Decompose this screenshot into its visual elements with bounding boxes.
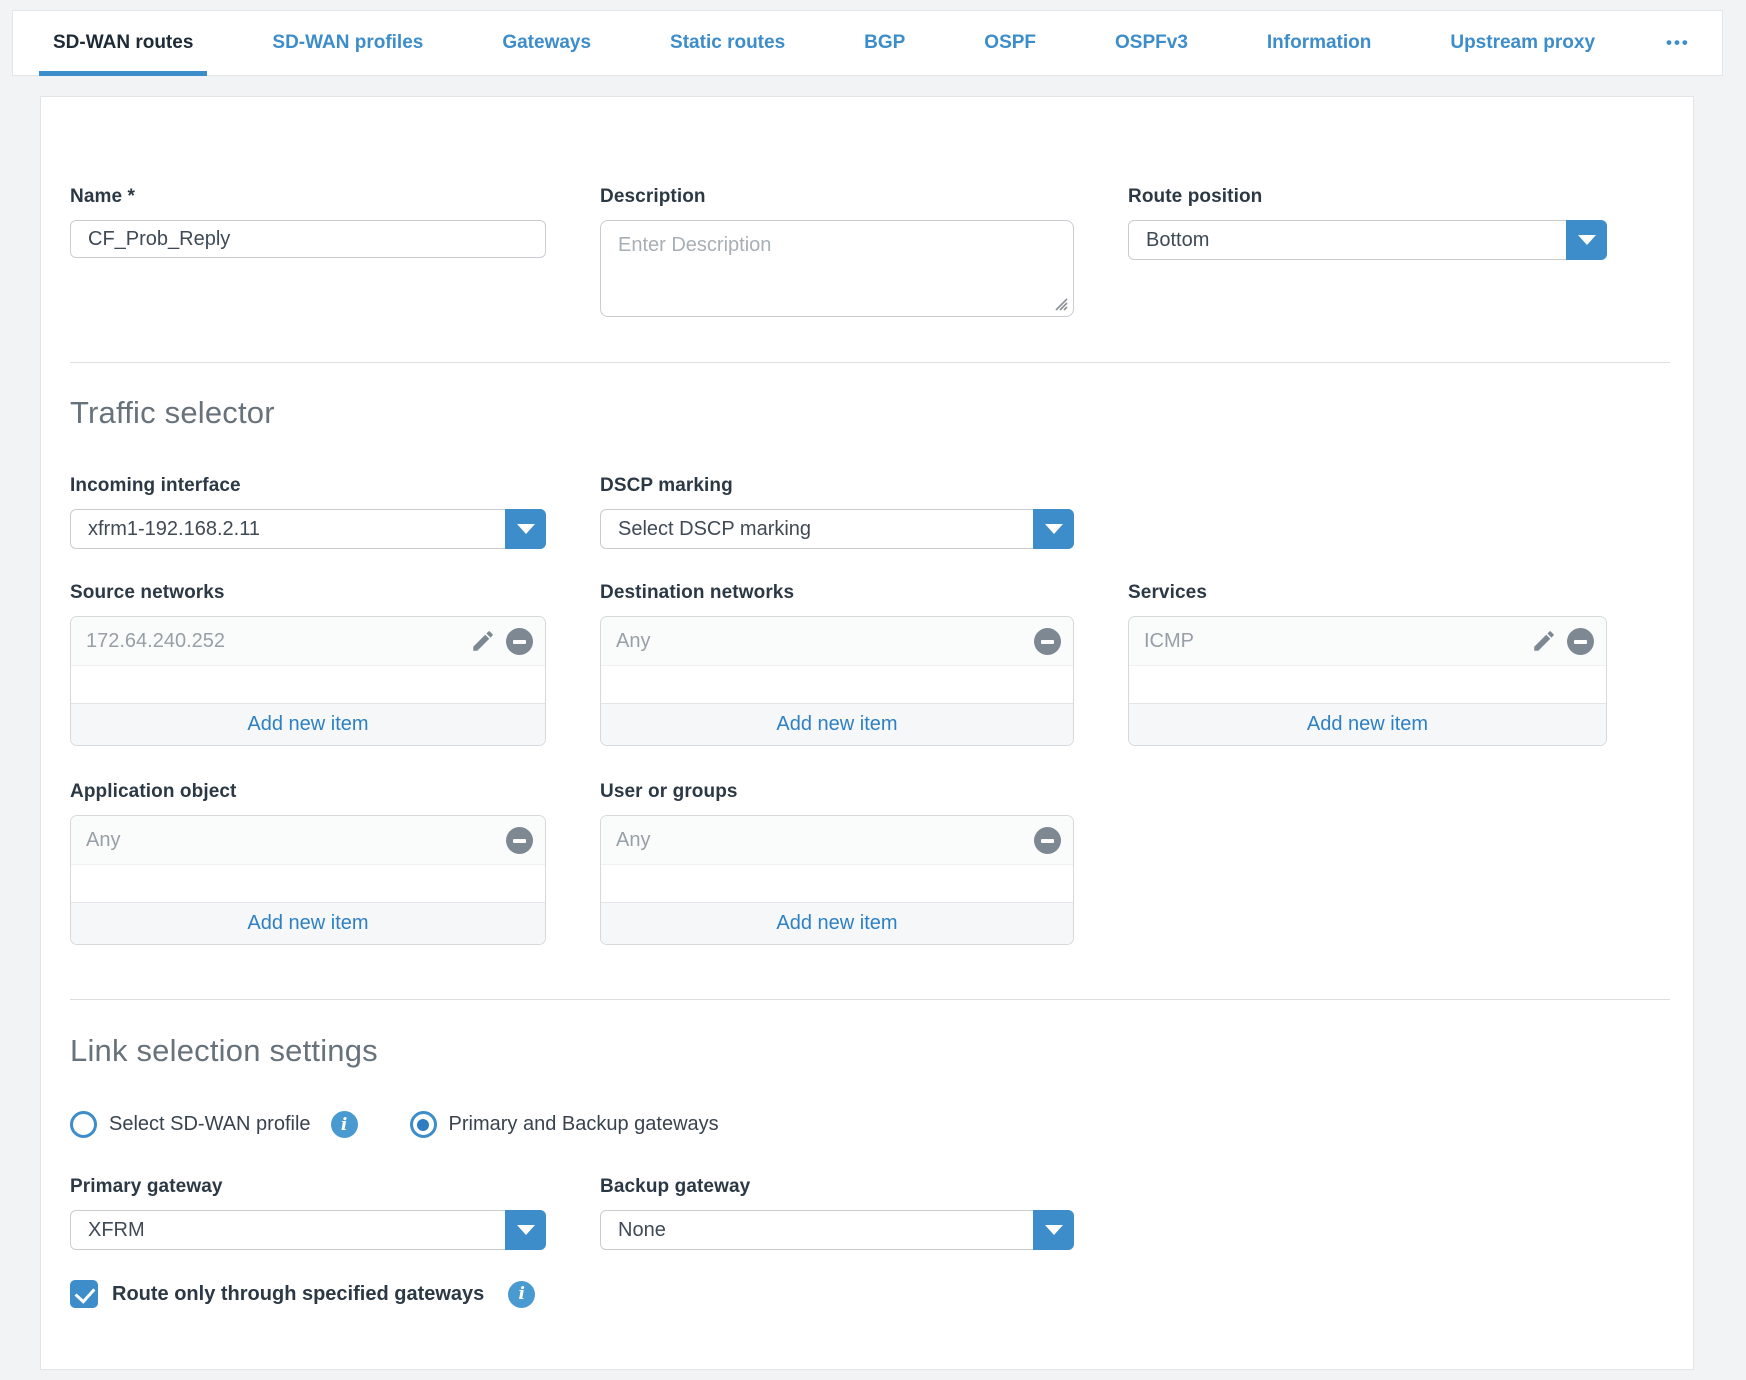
primary-gateway-label: Primary gateway bbox=[70, 1176, 546, 1198]
route-position-select[interactable]: Bottom bbox=[1128, 220, 1607, 260]
list-empty-area bbox=[1129, 666, 1606, 703]
user-or-groups-value: Any bbox=[616, 829, 650, 852]
backup-gateway-label: Backup gateway bbox=[600, 1176, 1074, 1198]
section-divider bbox=[70, 362, 1670, 363]
list-empty-area bbox=[71, 666, 545, 703]
user-or-groups-group: User or groups Any Add new item bbox=[600, 781, 1074, 945]
dscp-marking-field-group: DSCP marking Select DSCP marking bbox=[600, 475, 1074, 549]
name-input[interactable] bbox=[70, 220, 546, 258]
primary-gateway-select[interactable]: XFRM bbox=[70, 1210, 546, 1250]
select-sdwan-profile-label: Select SD-WAN profile bbox=[109, 1113, 311, 1136]
source-networks-group: Source networks 172.64.240.252 Add new i… bbox=[70, 582, 546, 746]
edit-icon[interactable] bbox=[1531, 628, 1557, 654]
services-label: Services bbox=[1128, 582, 1607, 604]
link-selection-heading: Link selection settings bbox=[70, 1033, 1670, 1069]
incoming-interface-value: xfrm1-192.168.2.11 bbox=[88, 518, 260, 541]
destination-networks-list: Any Add new item bbox=[600, 616, 1074, 746]
application-object-add-button[interactable]: Add new item bbox=[71, 902, 545, 944]
route-position-field-group: Route position Bottom bbox=[1128, 186, 1607, 317]
list-empty-area bbox=[601, 865, 1073, 902]
chevron-down-icon[interactable] bbox=[1033, 1210, 1074, 1250]
application-object-value: Any bbox=[86, 829, 120, 852]
tab-static-routes[interactable]: Static routes bbox=[656, 11, 799, 75]
description-field-group: Description bbox=[600, 186, 1074, 317]
source-networks-label: Source networks bbox=[70, 582, 546, 604]
remove-item-icon[interactable] bbox=[1034, 827, 1061, 854]
primary-backup-gateways-radio[interactable] bbox=[410, 1111, 437, 1138]
sdwan-route-form-panel: Name * Description Route position Bottom bbox=[40, 96, 1694, 1370]
tab-sdwan-profiles[interactable]: SD-WAN profiles bbox=[258, 11, 437, 75]
incoming-interface-select[interactable]: xfrm1-192.168.2.11 bbox=[70, 509, 546, 549]
tab-ospf[interactable]: OSPF bbox=[970, 11, 1050, 75]
application-object-group: Application object Any Add new item bbox=[70, 781, 546, 945]
application-object-label: Application object bbox=[70, 781, 546, 803]
tab-information[interactable]: Information bbox=[1253, 11, 1386, 75]
list-item: 172.64.240.252 bbox=[71, 617, 545, 666]
list-empty-area bbox=[71, 865, 545, 902]
destination-network-value: Any bbox=[616, 630, 650, 653]
chevron-down-icon[interactable] bbox=[505, 509, 546, 549]
remove-item-icon[interactable] bbox=[1034, 628, 1061, 655]
user-or-groups-label: User or groups bbox=[600, 781, 1074, 803]
more-tabs-icon[interactable]: ••• bbox=[1660, 11, 1696, 75]
chevron-down-icon[interactable] bbox=[1033, 509, 1074, 549]
remove-item-icon[interactable] bbox=[1567, 628, 1594, 655]
route-only-gateways-checkbox[interactable] bbox=[70, 1280, 98, 1308]
tab-bgp[interactable]: BGP bbox=[850, 11, 919, 75]
destination-networks-group: Destination networks Any Add new item bbox=[600, 582, 1074, 746]
list-item: Any bbox=[601, 617, 1073, 666]
remove-item-icon[interactable] bbox=[506, 628, 533, 655]
edit-icon[interactable] bbox=[470, 628, 496, 654]
dscp-marking-label: DSCP marking bbox=[600, 475, 1074, 497]
primary-gateway-value: XFRM bbox=[88, 1219, 145, 1242]
section-divider bbox=[70, 999, 1670, 1000]
description-textarea[interactable] bbox=[600, 220, 1074, 317]
name-field-group: Name * bbox=[70, 186, 546, 317]
backup-gateway-value: None bbox=[618, 1219, 666, 1242]
traffic-selector-heading: Traffic selector bbox=[70, 395, 1670, 431]
dscp-marking-select[interactable]: Select DSCP marking bbox=[600, 509, 1074, 549]
chevron-down-icon[interactable] bbox=[1566, 220, 1607, 260]
source-network-value: 172.64.240.252 bbox=[86, 630, 225, 653]
services-list: ICMP Add new item bbox=[1128, 616, 1607, 746]
route-position-label: Route position bbox=[1128, 186, 1607, 208]
tab-sdwan-routes[interactable]: SD-WAN routes bbox=[39, 11, 207, 75]
destination-networks-label: Destination networks bbox=[600, 582, 1074, 604]
list-empty-area bbox=[601, 666, 1073, 703]
chevron-down-icon[interactable] bbox=[505, 1210, 546, 1250]
info-icon[interactable]: i bbox=[331, 1111, 358, 1138]
application-object-list: Any Add new item bbox=[70, 815, 546, 945]
backup-gateway-select[interactable]: None bbox=[600, 1210, 1074, 1250]
route-position-value: Bottom bbox=[1146, 229, 1209, 252]
services-add-button[interactable]: Add new item bbox=[1129, 703, 1606, 745]
incoming-interface-label: Incoming interface bbox=[70, 475, 546, 497]
select-sdwan-profile-radio[interactable] bbox=[70, 1111, 97, 1138]
tab-ospfv3[interactable]: OSPFv3 bbox=[1101, 11, 1202, 75]
user-or-groups-list: Any Add new item bbox=[600, 815, 1074, 945]
route-only-gateways-label: Route only through specified gateways bbox=[112, 1283, 484, 1306]
name-label: Name * bbox=[70, 186, 546, 208]
source-networks-add-button[interactable]: Add new item bbox=[71, 703, 545, 745]
remove-item-icon[interactable] bbox=[506, 827, 533, 854]
description-label: Description bbox=[600, 186, 1074, 208]
backup-gateway-field-group: Backup gateway None bbox=[600, 1176, 1074, 1250]
tab-gateways[interactable]: Gateways bbox=[488, 11, 605, 75]
route-tabs-bar: SD-WAN routes SD-WAN profiles Gateways S… bbox=[12, 10, 1723, 76]
dscp-marking-value: Select DSCP marking bbox=[618, 518, 811, 541]
list-item: ICMP bbox=[1129, 617, 1606, 666]
list-item: Any bbox=[71, 816, 545, 865]
primary-backup-gateways-label: Primary and Backup gateways bbox=[449, 1113, 719, 1136]
user-or-groups-add-button[interactable]: Add new item bbox=[601, 902, 1073, 944]
destination-networks-add-button[interactable]: Add new item bbox=[601, 703, 1073, 745]
tab-upstream-proxy[interactable]: Upstream proxy bbox=[1436, 11, 1609, 75]
service-value: ICMP bbox=[1144, 630, 1194, 653]
source-networks-list: 172.64.240.252 Add new item bbox=[70, 616, 546, 746]
textarea-resize-handle-icon[interactable] bbox=[1052, 295, 1068, 311]
primary-gateway-field-group: Primary gateway XFRM bbox=[70, 1176, 546, 1250]
info-icon[interactable]: i bbox=[508, 1281, 535, 1308]
services-group: Services ICMP Add new item bbox=[1128, 582, 1607, 746]
incoming-interface-field-group: Incoming interface xfrm1-192.168.2.11 bbox=[70, 475, 546, 549]
list-item: Any bbox=[601, 816, 1073, 865]
